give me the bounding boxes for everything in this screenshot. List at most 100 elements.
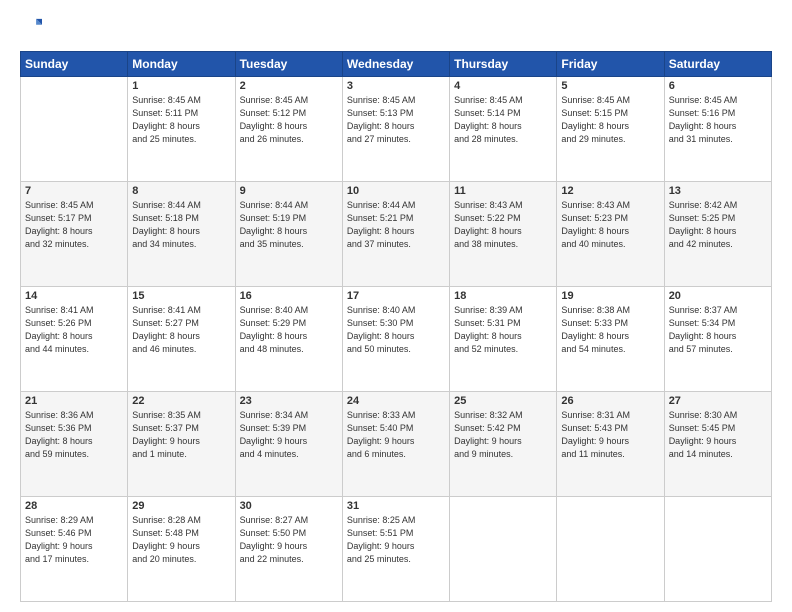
calendar-day-3: 3 Sunrise: 8:45 AM Sunset: 5:13 PM Daylig… (342, 77, 449, 182)
logo-icon (20, 16, 42, 38)
header (20, 16, 772, 43)
day-info: Sunrise: 8:44 AM Sunset: 5:21 PM Dayligh… (347, 199, 445, 251)
calendar-day-6: 6Sunrise: 8:45 AM Sunset: 5:16 PM Daylig… (664, 77, 771, 182)
calendar-day-11: 11 Sunrise: 8:43 AM Sunset: 5:22 PM Dayli… (450, 182, 557, 287)
day-number: 6 (669, 80, 767, 92)
day-number: 17 (347, 290, 445, 302)
calendar-day-empty (664, 497, 771, 602)
day-number: 28 (25, 500, 123, 512)
day-info: Sunrise: 8:45 AM Sunset: 5:13 PM Dayligh… (347, 94, 445, 146)
calendar-day-5: 5 Sunrise: 8:45 AM Sunset: 5:15 PM Daylig… (557, 77, 664, 182)
calendar-day-7: 7 Sunrise: 8:45 AM Sunset: 5:17 PM Daylig… (21, 182, 128, 287)
calendar-day-empty (557, 497, 664, 602)
weekday-header-wednesday: Wednesday (342, 52, 449, 77)
day-number: 14 (25, 290, 123, 302)
calendar-day-15: 15Sunrise: 8:41 AM Sunset: 5:27 PM Dayli… (128, 287, 235, 392)
day-number: 12 (561, 185, 659, 197)
calendar-day-25: 25 Sunrise: 8:32 AM Sunset: 5:42 PM Dayli… (450, 392, 557, 497)
day-info: Sunrise: 8:41 AM Sunset: 5:27 PM Dayligh… (132, 304, 230, 356)
calendar-day-18: 18Sunrise: 8:39 AM Sunset: 5:31 PM Dayli… (450, 287, 557, 392)
day-number: 24 (347, 395, 445, 407)
weekday-header-saturday: Saturday (664, 52, 771, 77)
calendar-day-13: 13 Sunrise: 8:42 AM Sunset: 5:25 PM Dayli… (664, 182, 771, 287)
day-number: 9 (240, 185, 338, 197)
day-number: 1 (132, 80, 230, 92)
calendar-day-29: 29Sunrise: 8:28 AM Sunset: 5:48 PM Dayli… (128, 497, 235, 602)
day-number: 8 (132, 185, 230, 197)
day-info: Sunrise: 8:34 AM Sunset: 5:39 PM Dayligh… (240, 409, 338, 461)
day-number: 26 (561, 395, 659, 407)
day-number: 11 (454, 185, 552, 197)
day-number: 2 (240, 80, 338, 92)
calendar-day-21: 21Sunrise: 8:36 AM Sunset: 5:36 PM Dayli… (21, 392, 128, 497)
calendar-header-row: SundayMondayTuesdayWednesdayThursdayFrid… (21, 52, 772, 77)
calendar-day-14: 14Sunrise: 8:41 AM Sunset: 5:26 PM Dayli… (21, 287, 128, 392)
weekday-header-monday: Monday (128, 52, 235, 77)
calendar-day-10: 10 Sunrise: 8:44 AM Sunset: 5:21 PM Dayli… (342, 182, 449, 287)
calendar-day-28: 28 Sunrise: 8:29 AM Sunset: 5:46 PM Dayli… (21, 497, 128, 602)
calendar-day-empty (450, 497, 557, 602)
day-info: Sunrise: 8:31 AM Sunset: 5:43 PM Dayligh… (561, 409, 659, 461)
calendar-day-9: 9 Sunrise: 8:44 AM Sunset: 5:19 PM Daylig… (235, 182, 342, 287)
day-number: 25 (454, 395, 552, 407)
calendar-day-8: 8 Sunrise: 8:44 AM Sunset: 5:18 PM Daylig… (128, 182, 235, 287)
day-info: Sunrise: 8:45 AM Sunset: 5:12 PM Dayligh… (240, 94, 338, 146)
calendar-day-17: 17 Sunrise: 8:40 AM Sunset: 5:30 PM Dayli… (342, 287, 449, 392)
calendar-day-19: 19 Sunrise: 8:38 AM Sunset: 5:33 PM Dayli… (557, 287, 664, 392)
day-number: 29 (132, 500, 230, 512)
day-number: 13 (669, 185, 767, 197)
calendar-day-20: 20Sunrise: 8:37 AM Sunset: 5:34 PM Dayli… (664, 287, 771, 392)
day-info: Sunrise: 8:40 AM Sunset: 5:30 PM Dayligh… (347, 304, 445, 356)
day-info: Sunrise: 8:30 AM Sunset: 5:45 PM Dayligh… (669, 409, 767, 461)
day-info: Sunrise: 8:33 AM Sunset: 5:40 PM Dayligh… (347, 409, 445, 461)
calendar-day-23: 23 Sunrise: 8:34 AM Sunset: 5:39 PM Dayli… (235, 392, 342, 497)
logo (20, 16, 44, 43)
day-info: Sunrise: 8:45 AM Sunset: 5:15 PM Dayligh… (561, 94, 659, 146)
calendar-day-12: 12Sunrise: 8:43 AM Sunset: 5:23 PM Dayli… (557, 182, 664, 287)
day-number: 3 (347, 80, 445, 92)
day-number: 30 (240, 500, 338, 512)
calendar-day-30: 30Sunrise: 8:27 AM Sunset: 5:50 PM Dayli… (235, 497, 342, 602)
day-info: Sunrise: 8:37 AM Sunset: 5:34 PM Dayligh… (669, 304, 767, 356)
day-info: Sunrise: 8:44 AM Sunset: 5:18 PM Dayligh… (132, 199, 230, 251)
day-info: Sunrise: 8:43 AM Sunset: 5:22 PM Dayligh… (454, 199, 552, 251)
calendar-day-27: 27 Sunrise: 8:30 AM Sunset: 5:45 PM Dayli… (664, 392, 771, 497)
day-info: Sunrise: 8:44 AM Sunset: 5:19 PM Dayligh… (240, 199, 338, 251)
day-number: 16 (240, 290, 338, 302)
calendar-week-row: 28 Sunrise: 8:29 AM Sunset: 5:46 PM Dayli… (21, 497, 772, 602)
day-info: Sunrise: 8:45 AM Sunset: 5:17 PM Dayligh… (25, 199, 123, 251)
day-number: 10 (347, 185, 445, 197)
day-number: 18 (454, 290, 552, 302)
calendar-day-2: 2 Sunrise: 8:45 AM Sunset: 5:12 PM Daylig… (235, 77, 342, 182)
calendar-week-row: 21Sunrise: 8:36 AM Sunset: 5:36 PM Dayli… (21, 392, 772, 497)
day-number: 19 (561, 290, 659, 302)
day-info: Sunrise: 8:45 AM Sunset: 5:14 PM Dayligh… (454, 94, 552, 146)
calendar-week-row: 14Sunrise: 8:41 AM Sunset: 5:26 PM Dayli… (21, 287, 772, 392)
weekday-header-sunday: Sunday (21, 52, 128, 77)
calendar-day-24: 24 Sunrise: 8:33 AM Sunset: 5:40 PM Dayli… (342, 392, 449, 497)
day-number: 5 (561, 80, 659, 92)
day-number: 27 (669, 395, 767, 407)
day-info: Sunrise: 8:36 AM Sunset: 5:36 PM Dayligh… (25, 409, 123, 461)
calendar-day-1: 1 Sunrise: 8:45 AM Sunset: 5:11 PM Daylig… (128, 77, 235, 182)
calendar-week-row: 1 Sunrise: 8:45 AM Sunset: 5:11 PM Daylig… (21, 77, 772, 182)
day-number: 31 (347, 500, 445, 512)
day-info: Sunrise: 8:42 AM Sunset: 5:25 PM Dayligh… (669, 199, 767, 251)
day-number: 4 (454, 80, 552, 92)
day-info: Sunrise: 8:25 AM Sunset: 5:51 PM Dayligh… (347, 514, 445, 566)
weekday-header-thursday: Thursday (450, 52, 557, 77)
day-info: Sunrise: 8:45 AM Sunset: 5:11 PM Dayligh… (132, 94, 230, 146)
day-number: 7 (25, 185, 123, 197)
weekday-header-tuesday: Tuesday (235, 52, 342, 77)
calendar-day-16: 16 Sunrise: 8:40 AM Sunset: 5:29 PM Dayli… (235, 287, 342, 392)
calendar-day-31: 31 Sunrise: 8:25 AM Sunset: 5:51 PM Dayli… (342, 497, 449, 602)
day-info: Sunrise: 8:40 AM Sunset: 5:29 PM Dayligh… (240, 304, 338, 356)
calendar-week-row: 7 Sunrise: 8:45 AM Sunset: 5:17 PM Daylig… (21, 182, 772, 287)
day-info: Sunrise: 8:32 AM Sunset: 5:42 PM Dayligh… (454, 409, 552, 461)
day-info: Sunrise: 8:38 AM Sunset: 5:33 PM Dayligh… (561, 304, 659, 356)
day-number: 23 (240, 395, 338, 407)
calendar-day-4: 4 Sunrise: 8:45 AM Sunset: 5:14 PM Daylig… (450, 77, 557, 182)
day-info: Sunrise: 8:29 AM Sunset: 5:46 PM Dayligh… (25, 514, 123, 566)
calendar-day-26: 26 Sunrise: 8:31 AM Sunset: 5:43 PM Dayli… (557, 392, 664, 497)
calendar-day-empty (21, 77, 128, 182)
